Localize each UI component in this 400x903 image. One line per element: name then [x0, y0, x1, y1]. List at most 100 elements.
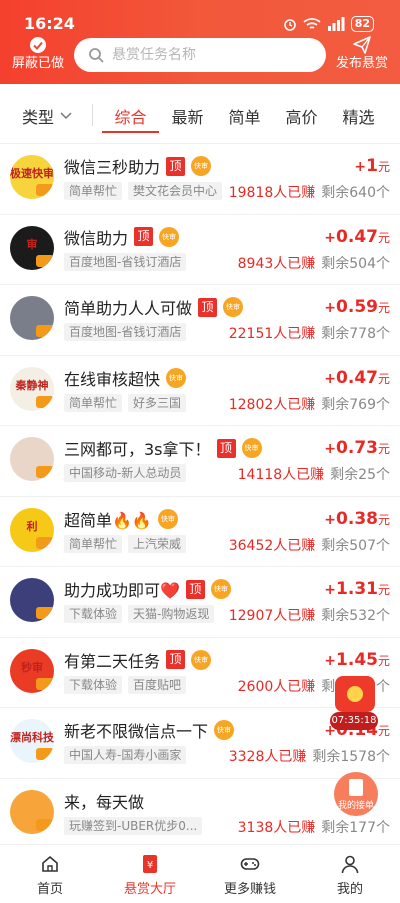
- earned-count: 12802: [228, 396, 274, 413]
- nav-home[interactable]: 首页: [0, 845, 100, 903]
- task-stats: 12907人已赚 剩余532个: [229, 605, 390, 625]
- nav-reward-hall[interactable]: ¥ 悬赏大厅: [100, 845, 200, 903]
- task-stats: 14118人已赚 剩余25个: [238, 464, 390, 484]
- block-done-button[interactable]: 屏蔽已做: [8, 36, 68, 72]
- reward-amount: 1.45: [336, 649, 378, 670]
- task-avatar: 审: [10, 225, 54, 270]
- task-title-row: 新老不限微信点一下 快审: [64, 718, 235, 742]
- task-tag: 下载体验: [64, 605, 123, 623]
- task-row[interactable]: 秦静神 在线审核超快 快审 简单帮忙 好多三国 +0.47元 12802人已赚 剩余769个: [0, 356, 400, 426]
- fast-review-badge: 快审: [223, 297, 244, 317]
- fast-review-badge: 快审: [241, 438, 262, 458]
- task-stats: 22151人已赚 剩余778个: [229, 323, 390, 343]
- task-reward: +0.73元: [324, 438, 390, 458]
- reward-unit: 元: [377, 371, 390, 386]
- my-orders-button[interactable]: 我的接单: [334, 772, 378, 816]
- signal-icon: [327, 17, 345, 31]
- tab-featured[interactable]: 精选: [330, 84, 387, 144]
- earned-count: 3138: [237, 819, 274, 836]
- task-avatar: 漂尚科技: [10, 719, 54, 763]
- reward-unit: 元: [377, 653, 390, 668]
- fast-review-badge: 快审: [157, 508, 178, 529]
- task-tags: 下载体验 百度贴吧: [64, 675, 187, 694]
- document-icon: [349, 779, 363, 796]
- reward-unit: 元: [377, 301, 390, 315]
- plus-sign: +: [324, 511, 337, 528]
- task-row[interactable]: 审 微信助力顶快审 百度地图-省钱订酒店 +0.47元 8943人已赚 剩余504个: [0, 215, 400, 285]
- user-icon: [341, 855, 359, 874]
- alarm-icon: [283, 19, 296, 31]
- task-tag: 下载体验: [64, 675, 123, 694]
- search-input[interactable]: [112, 47, 302, 63]
- avatar-text: 漂尚科技: [10, 731, 54, 744]
- plus-sign: +: [354, 159, 367, 175]
- reward-amount: 0.73: [336, 438, 378, 458]
- plus-sign: +: [324, 300, 337, 316]
- task-row[interactable]: 极速快审 微信三秒助力顶快审 简单帮忙 樊文花会员中心 +1元 19818人已赚 剩余640…: [0, 144, 400, 215]
- task-tag: 上汽荣威: [128, 534, 187, 553]
- remain-count: 25: [358, 467, 376, 483]
- task-title: 微信三秒助力: [64, 158, 161, 177]
- earned-suffix: 人已赚: [273, 678, 316, 695]
- avatar-badge: [36, 536, 54, 549]
- task-title-row: 有第二天任务顶快审: [64, 648, 212, 672]
- tab-simple[interactable]: 简单: [216, 84, 273, 144]
- task-reward: +0.38元: [324, 509, 390, 529]
- top-badge: 顶: [166, 650, 186, 669]
- block-done-label: 屏蔽已做: [11, 56, 64, 71]
- search-box[interactable]: [74, 38, 326, 72]
- nav-more-earn[interactable]: 更多赚钱: [200, 845, 300, 903]
- task-avatar: [10, 437, 54, 481]
- task-avatar: 秒审: [10, 648, 54, 693]
- reward-unit: 元: [377, 583, 390, 597]
- reward-amount: 1: [366, 156, 378, 176]
- remain-suffix: 个: [376, 396, 390, 413]
- fast-review-badge: 快审: [214, 720, 235, 740]
- task-stats: 12802人已赚 剩余769个: [229, 394, 390, 414]
- task-tags: 中国移动-新人总动员: [64, 464, 187, 482]
- top-badge: 顶: [216, 438, 236, 458]
- task-tags: 中国人寿-国寿小画家: [64, 746, 187, 764]
- top-badge: 顶: [198, 297, 218, 317]
- task-avatar: [10, 789, 54, 834]
- publish-reward-button[interactable]: 发布悬赏: [332, 36, 392, 72]
- send-icon: [353, 36, 371, 54]
- task-tag: 百度地图-省钱订酒店: [64, 323, 187, 341]
- wifi-icon: [303, 18, 321, 29]
- earned-suffix: 人已赚: [273, 396, 316, 413]
- task-title-row: 来，每天做: [64, 789, 144, 813]
- remain-suffix: 个: [376, 819, 390, 836]
- task-row[interactable]: 三网都可，3s拿下！ 顶快审 中国移动-新人总动员 +0.73元 14118人已赚 剩余2…: [0, 426, 400, 497]
- task-row[interactable]: 助力成功即可❤️ 顶快审 下载体验 天猫-购物返现 +1.31元 12907人已赚 剩余53…: [0, 567, 400, 638]
- tab-comprehensive[interactable]: 综合: [102, 84, 159, 144]
- tab-latest[interactable]: 最新: [159, 84, 216, 144]
- earned-suffix: 人已赚: [273, 819, 316, 836]
- reward-amount: 0.47: [336, 367, 378, 388]
- task-row[interactable]: 利 超简单🔥🔥 快审 简单帮忙 上汽荣威 +0.38元 36452人已赚 剩余507个: [0, 497, 400, 567]
- task-reward: +1元: [354, 156, 390, 176]
- task-avatar: 利: [10, 507, 54, 552]
- task-avatar: 极速快审: [10, 155, 54, 199]
- nav-label: 首页: [36, 882, 63, 897]
- remain-prefix: 剩余: [321, 819, 350, 836]
- task-tags: 下载体验 天猫-购物返现: [64, 605, 215, 623]
- svg-text:¥: ¥: [147, 860, 153, 871]
- avatar-text: 利: [26, 519, 38, 533]
- tab-high-price[interactable]: 高价: [273, 84, 330, 144]
- nav-label: 悬赏大厅: [123, 882, 176, 897]
- type-dropdown[interactable]: 类型: [22, 104, 72, 128]
- plus-sign: +: [324, 370, 337, 387]
- top-badge: 顶: [185, 579, 205, 599]
- remain-prefix: 剩余: [330, 467, 359, 483]
- filter-bar: 类型 综合 最新 简单 高价 精选: [0, 84, 400, 144]
- task-row[interactable]: 简单助力人人可做顶快审 百度地图-省钱订酒店 +0.59元 22151人已赚 剩余778…: [0, 285, 400, 356]
- nav-mine[interactable]: 我的: [300, 845, 400, 903]
- countdown-timer: 07:35:18: [330, 712, 378, 730]
- task-tags: 玩赚签到-UBER优步0...: [64, 816, 203, 835]
- task-title-row: 微信助力顶快审: [64, 225, 180, 249]
- red-packet-float[interactable]: 07:35:18: [330, 676, 380, 732]
- task-reward: +0.47元: [324, 227, 390, 247]
- chevron-down-icon: [60, 112, 72, 120]
- fast-review-badge: 快审: [191, 156, 212, 176]
- remain-suffix: 个: [376, 467, 390, 483]
